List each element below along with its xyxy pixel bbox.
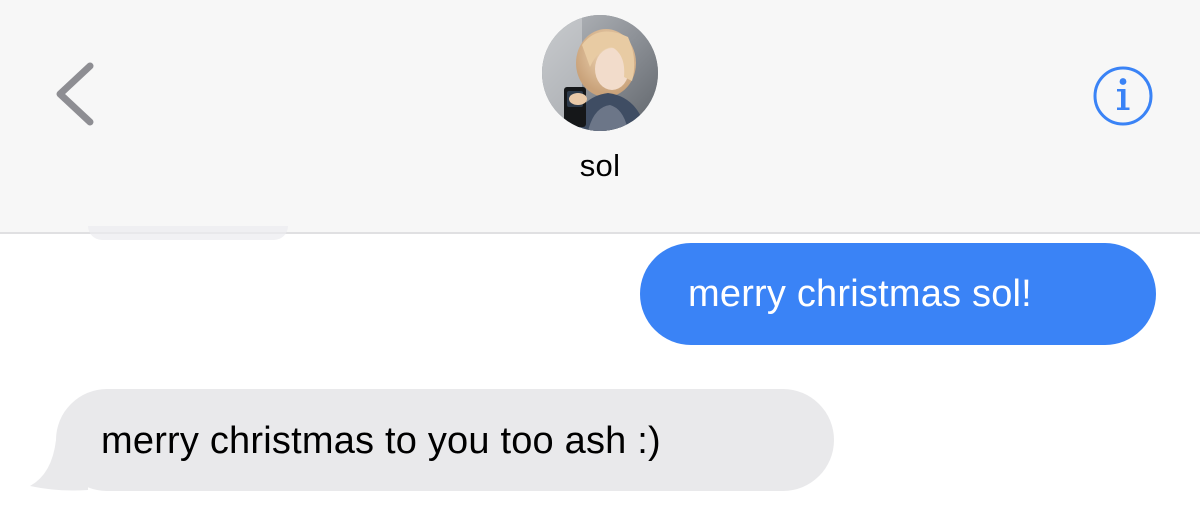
sent-message-text: merry christmas sol! xyxy=(688,273,1032,315)
received-message-text: merry christmas to you too ash :) xyxy=(101,420,661,462)
contact-name[interactable]: sol xyxy=(500,148,700,184)
previous-message-bubble xyxy=(88,226,288,240)
sent-message-bubble[interactable]: merry christmas sol! xyxy=(640,243,1156,345)
avatar-photo xyxy=(542,15,658,131)
conversation-header: sol xyxy=(0,0,1200,234)
chevron-left-icon xyxy=(56,62,94,126)
contact-avatar[interactable] xyxy=(542,15,658,131)
back-button[interactable] xyxy=(50,60,100,130)
info-icon xyxy=(1093,66,1153,126)
info-button[interactable] xyxy=(1086,66,1156,126)
received-message-bubble[interactable]: merry christmas to you too ash :) xyxy=(56,389,834,491)
